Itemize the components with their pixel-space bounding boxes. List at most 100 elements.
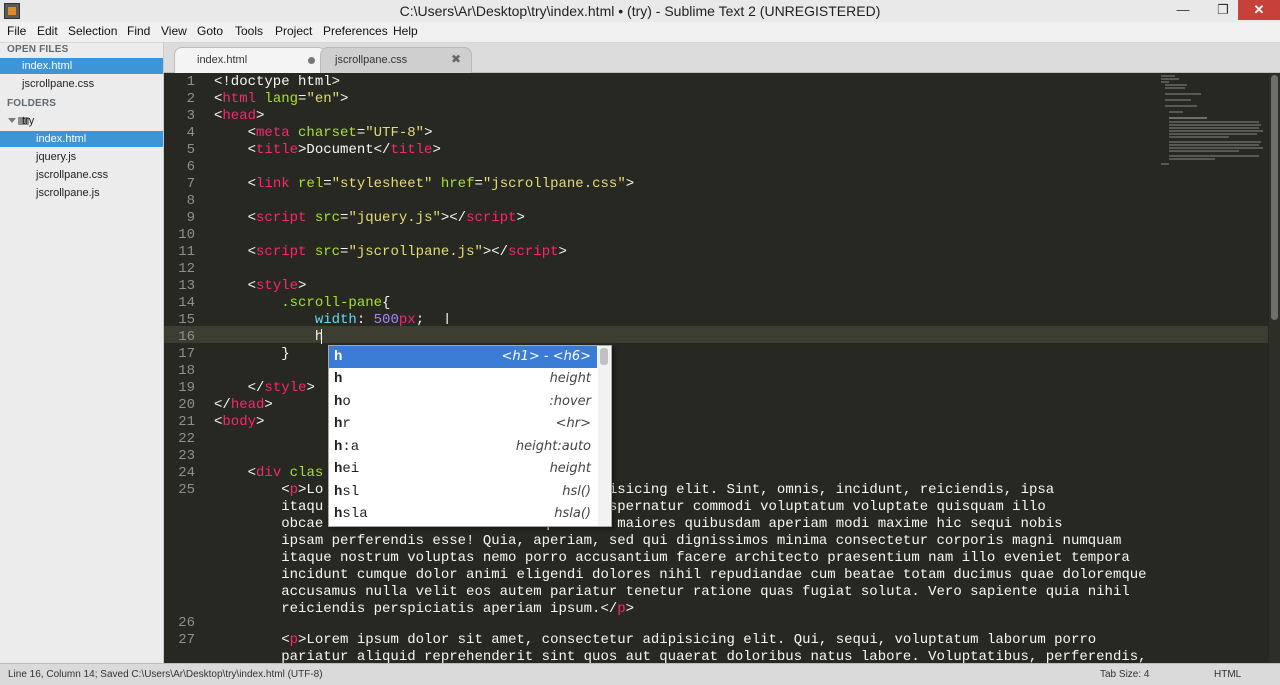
code-token: script [508, 244, 559, 260]
tab-size-indicator[interactable]: Tab Size: 4 [1100, 669, 1149, 680]
autocomplete-scrollbar-thumb[interactable] [600, 348, 608, 365]
close-tab-icon[interactable]: ✖ [451, 52, 461, 66]
autocomplete-item[interactable]: h <h1> - <h6> [329, 346, 597, 368]
line-number: 13 [178, 278, 195, 294]
autocomplete-item[interactable]: ho :hover [329, 391, 597, 413]
vertical-scrollbar[interactable] [1269, 73, 1280, 663]
ibeam-cursor-icon: I [445, 310, 450, 328]
completion-trigger: h:a [334, 439, 360, 455]
unsaved-dot-icon[interactable] [308, 57, 315, 64]
scrollbar-thumb[interactable] [1271, 75, 1278, 320]
close-window-button[interactable]: ✕ [1238, 0, 1280, 20]
sidebar-item-label: jscrollpane.css [22, 78, 95, 90]
code-token: "jscrollpane.js" [348, 244, 483, 260]
autocomplete-item[interactable]: h height [329, 368, 597, 390]
code-token: "en" [306, 91, 341, 107]
code-token: script [466, 210, 517, 226]
menu-edit[interactable]: Edit [37, 24, 58, 38]
code-token: div [256, 465, 282, 481]
menu-goto[interactable]: Goto [197, 24, 223, 38]
tab-jscrollpane-css[interactable]: jscrollpane.css ✖ [320, 47, 472, 73]
code-line: <meta charset="UTF-8"> [214, 125, 433, 142]
autocomplete-item[interactable]: hr <hr> [329, 413, 597, 435]
open-file-jscrollpane-css[interactable]: jscrollpane.css [0, 76, 163, 92]
completion-trigger: h [334, 349, 343, 365]
tab-index-html[interactable]: index.html [174, 47, 326, 73]
menu-help[interactable]: Help [393, 24, 418, 38]
folder-file-jscrollpane-css[interactable]: jscrollpane.css [0, 167, 163, 183]
open-file-index-html[interactable]: index.html [0, 58, 163, 74]
code-token: rel [289, 176, 324, 192]
menu-view[interactable]: View [161, 24, 187, 38]
code-line-wrapped: accusamus nulla velit eos autem pariatur… [214, 584, 1130, 600]
status-position: Line 16, Column 14; Saved C:\Users\Ar\De… [8, 669, 323, 680]
completion-trigger: hr [334, 416, 351, 432]
menu-selection[interactable]: Selection [68, 24, 117, 38]
code-token: > [340, 91, 349, 107]
line-number: 25 [178, 482, 195, 498]
line-number: 5 [186, 142, 195, 158]
completion-trigger: hsla [334, 506, 368, 522]
autocomplete-scrollbar[interactable] [598, 346, 610, 526]
completion-trigger: hsl [334, 484, 360, 500]
code-token: title [256, 142, 299, 158]
menu-project[interactable]: Project [275, 24, 312, 38]
minimize-button[interactable]: — [1168, 0, 1198, 20]
completion-hint: hsla() [554, 506, 591, 521]
code-token: 500 [373, 312, 399, 328]
code-token: head [230, 397, 265, 413]
code-token: "stylesheet" [331, 176, 433, 192]
menu-find[interactable]: Find [127, 24, 150, 38]
completion-hint: :hover [549, 394, 591, 409]
code-token: script [256, 210, 307, 226]
folders-header: FOLDERS [7, 98, 57, 109]
code-line: width: 500px; [214, 312, 424, 329]
folder-try[interactable]: try [0, 113, 163, 129]
tab-label: jscrollpane.css [335, 54, 408, 66]
chevron-down-icon[interactable] [8, 118, 16, 123]
folder-file-jscrollpane-js[interactable]: jscrollpane.js [0, 185, 163, 201]
autocomplete-item[interactable]: hei height [329, 458, 597, 480]
code-token: { [382, 295, 391, 311]
line-number: 12 [178, 261, 195, 277]
sidebar-item-label: jscrollpane.js [36, 187, 100, 199]
line-number: 26 [178, 615, 195, 631]
maximize-button[interactable]: ❐ [1208, 0, 1238, 20]
code-token: style [264, 380, 307, 396]
code-line: </head> [214, 397, 273, 414]
code-token: } [214, 346, 290, 362]
completion-hint: height:auto [515, 439, 591, 454]
line-number: 10 [178, 227, 195, 243]
syntax-indicator[interactable]: HTML [1214, 669, 1241, 680]
code-token: < [214, 244, 257, 260]
code-token: link [256, 176, 290, 192]
completion-hint: height [549, 461, 591, 476]
autocomplete-item[interactable]: hsl hsl() [329, 481, 597, 503]
folder-file-index-html[interactable]: index.html [0, 131, 163, 147]
code-token: > [625, 176, 635, 192]
code-line: } [214, 346, 290, 363]
minimap[interactable] [1159, 73, 1269, 173]
code-token: > [625, 601, 635, 617]
code-token: > [306, 380, 315, 396]
autocomplete-item[interactable]: hsla hsla() [329, 503, 597, 525]
code-token: src [306, 210, 341, 226]
code-token: ; [415, 312, 425, 328]
sidebar-item-label: jquery.js [36, 151, 77, 163]
folder-file-jquery-js[interactable]: jquery.js [0, 149, 163, 165]
line-number: 7 [186, 176, 195, 192]
menu-tools[interactable]: Tools [235, 24, 263, 38]
autocomplete-item[interactable]: h:a height:auto [329, 436, 597, 458]
line-number: 20 [178, 397, 195, 413]
code-token: p [289, 482, 299, 498]
menu-preferences[interactable]: Preferences [323, 24, 388, 38]
code-line-wrapped: ipsam perferendis esse! Quia, aperiam, s… [214, 533, 1122, 549]
line-number: 2 [186, 91, 195, 107]
code-token: < [214, 465, 257, 481]
code-token: < [214, 210, 257, 226]
code-line: </style> [214, 380, 315, 397]
line-number: 22 [178, 431, 195, 447]
menu-file[interactable]: File [7, 24, 26, 38]
code-line: .scroll-pane{ [214, 295, 390, 312]
